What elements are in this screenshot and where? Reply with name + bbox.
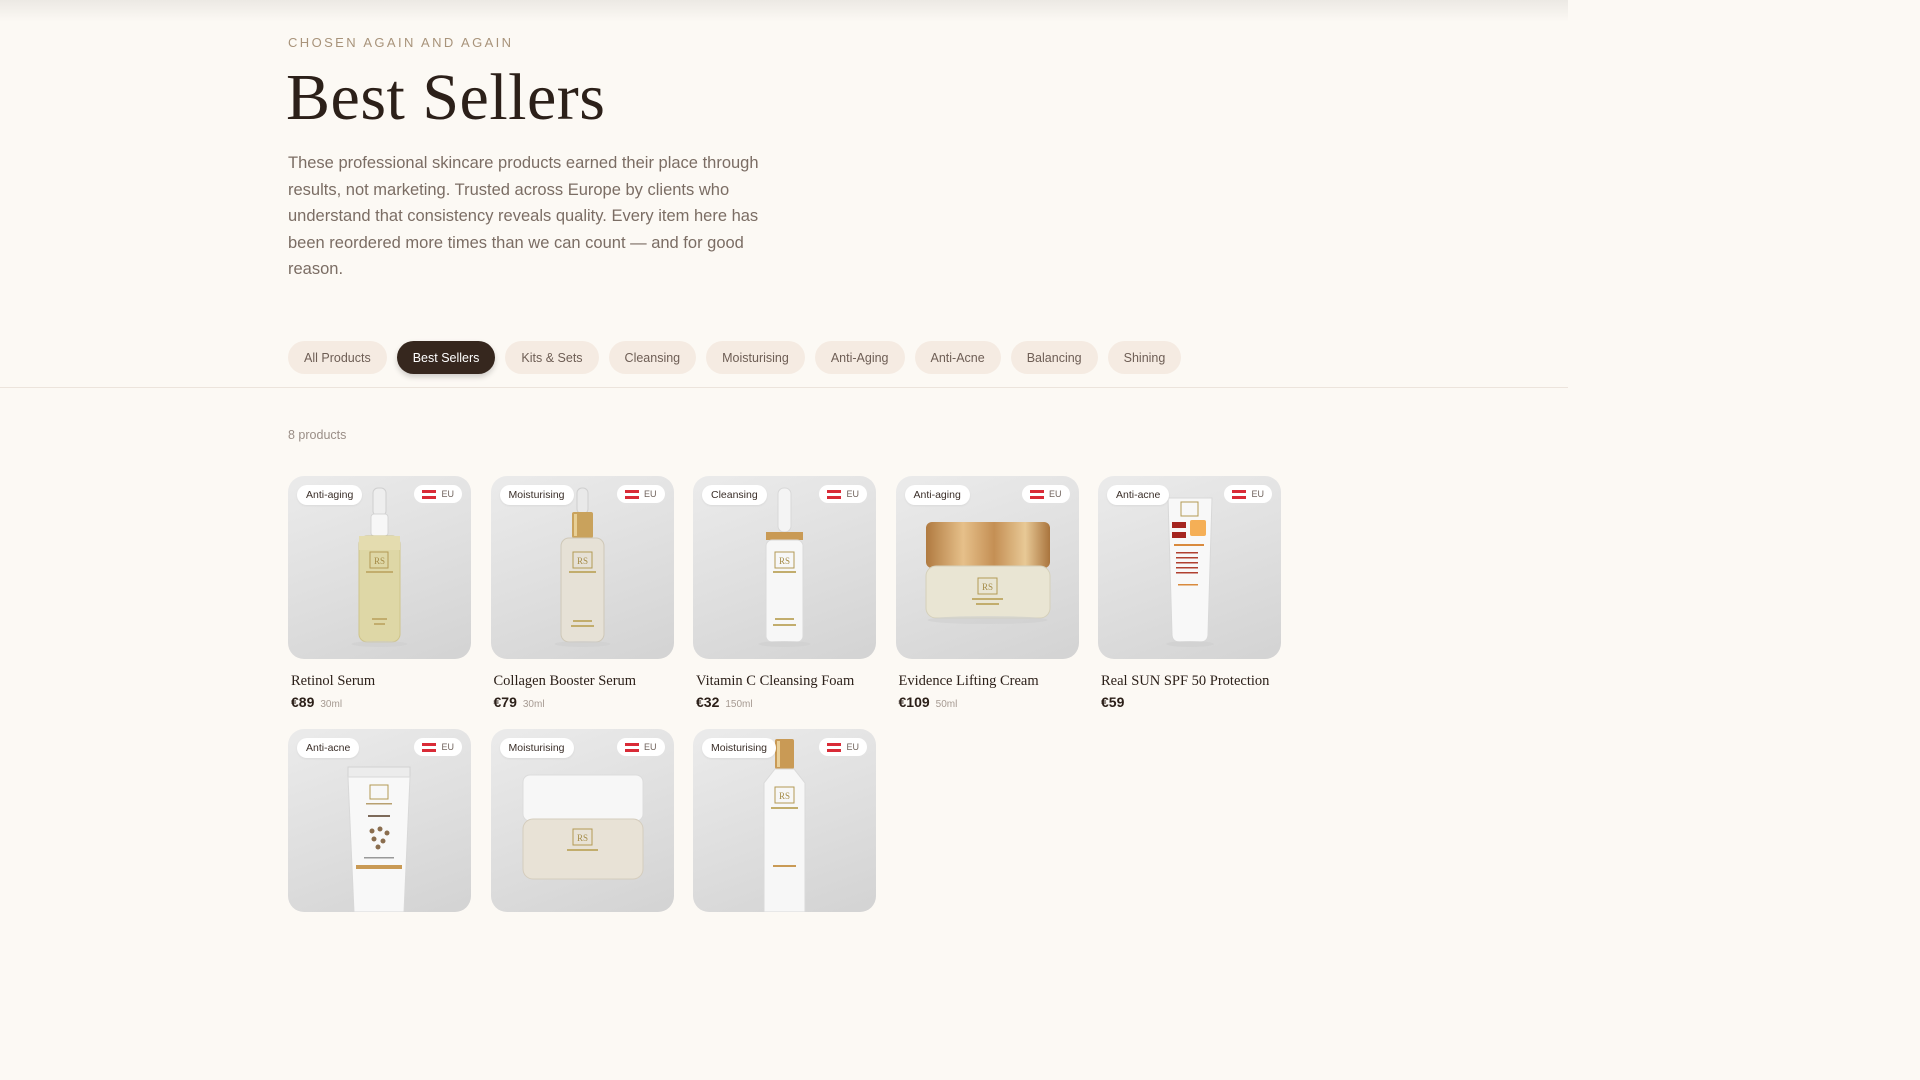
svg-text:RS: RS xyxy=(576,556,587,566)
austria-flag-icon xyxy=(422,742,437,752)
product-card[interactable]: RS Anti-aging EU Retinol Serum €89 30ml xyxy=(288,476,471,710)
eu-origin-badge: EU xyxy=(616,485,665,503)
category-filter-bar: All Products Best Sellers Kits & Sets Cl… xyxy=(288,341,1182,374)
category-badge: Moisturising xyxy=(702,738,777,758)
product-image[interactable]: Anti-acne EU xyxy=(288,729,471,912)
product-image[interactable]: RS Anti-aging EU xyxy=(895,476,1079,659)
price-row: €89 30ml xyxy=(288,694,471,710)
filter-anti-aging[interactable]: Anti-Aging xyxy=(814,341,905,374)
product-image[interactable]: RS Moisturising EU xyxy=(490,476,674,659)
filter-moisturising[interactable]: Moisturising xyxy=(706,341,805,374)
product-grid: RS Anti-aging EU Retinol Serum €89 30ml xyxy=(288,476,1281,912)
svg-text:RS: RS xyxy=(779,556,790,566)
price-row: €59 xyxy=(1098,694,1281,710)
eu-origin-badge: EU xyxy=(819,738,867,756)
product-name[interactable]: Real SUN SPF 50 Protection xyxy=(1098,673,1281,690)
svg-text:RS: RS xyxy=(576,833,587,843)
austria-flag-icon xyxy=(1232,489,1247,499)
filter-balancing[interactable]: Balancing xyxy=(1010,341,1098,374)
eu-label: EU xyxy=(1048,489,1062,499)
austria-flag-icon xyxy=(624,742,639,752)
austria-flag-icon xyxy=(422,489,437,499)
product-price: €32 xyxy=(696,694,720,710)
austria-flag-icon xyxy=(624,489,639,499)
eu-label: EU xyxy=(846,489,859,499)
eu-origin-badge: EU xyxy=(819,485,867,503)
eu-origin-badge: EU xyxy=(616,738,665,756)
category-badge: Anti-aging xyxy=(297,485,363,505)
product-size: 30ml xyxy=(522,699,545,710)
eu-label: EU xyxy=(643,742,657,752)
product-card[interactable]: RS Moisturising EU xyxy=(490,729,674,912)
product-name[interactable]: Collagen Booster Serum xyxy=(491,673,674,690)
product-card[interactable]: RS Moisturising EU Collagen Booster Seru… xyxy=(490,476,674,710)
section-divider xyxy=(0,387,1568,388)
eu-label: EU xyxy=(1251,489,1264,499)
price-row: €109 50ml xyxy=(896,694,1079,710)
category-badge: Anti-acne xyxy=(1107,485,1170,505)
product-card[interactable]: RS Moisturising EU xyxy=(693,729,876,912)
product-name[interactable]: Vitamin C Cleansing Foam xyxy=(693,673,876,690)
section-intro: These professional skincare products ear… xyxy=(288,154,759,279)
product-price: €89 xyxy=(291,694,315,710)
eu-origin-badge: EU xyxy=(414,738,462,756)
product-image[interactable]: RS Moisturising EU xyxy=(490,729,674,912)
filter-all-products[interactable]: All Products xyxy=(288,341,387,374)
austria-flag-icon xyxy=(827,742,842,752)
product-size: 50ml xyxy=(935,699,958,710)
eu-label: EU xyxy=(643,489,657,499)
section-eyebrow: CHOSEN AGAIN AND AGAIN xyxy=(288,35,514,50)
filter-best-sellers[interactable]: Best Sellers xyxy=(396,341,496,374)
price-row: €79 30ml xyxy=(491,694,674,710)
product-name[interactable]: Retinol Serum xyxy=(288,673,471,690)
product-size: 30ml xyxy=(320,699,343,710)
product-price: €59 xyxy=(1101,694,1125,710)
category-badge: Moisturising xyxy=(499,738,574,758)
product-image[interactable]: Anti-acne EU xyxy=(1098,476,1281,659)
product-price: €79 xyxy=(493,694,517,710)
price-row: €32 150ml xyxy=(693,694,876,710)
eu-label: EU xyxy=(441,742,454,752)
eu-label: EU xyxy=(441,489,454,499)
eu-origin-badge: EU xyxy=(1224,485,1272,503)
category-badge: Anti-aging xyxy=(904,485,970,505)
top-shadow xyxy=(0,0,1568,22)
product-image[interactable]: RS Moisturising EU xyxy=(693,729,876,912)
product-card[interactable]: Anti-acne EU Real SUN SPF 50 Protection … xyxy=(1098,476,1281,710)
eu-origin-badge: EU xyxy=(414,485,462,503)
page-title: Best Sellers xyxy=(286,61,606,134)
eu-label: EU xyxy=(846,742,859,752)
svg-text:RS: RS xyxy=(981,582,992,592)
product-image[interactable]: RS Cleansing EU xyxy=(693,476,876,659)
product-count: 8 products xyxy=(288,428,347,442)
svg-text:RS: RS xyxy=(374,556,385,566)
category-badge: Anti-acne xyxy=(297,738,360,758)
product-name[interactable]: Evidence Lifting Cream xyxy=(896,673,1079,690)
filter-kits-sets[interactable]: Kits & Sets xyxy=(505,341,599,374)
category-badge: Moisturising xyxy=(499,485,574,505)
austria-flag-icon xyxy=(827,489,842,499)
product-size: 150ml xyxy=(725,699,753,710)
filter-shining[interactable]: Shining xyxy=(1107,341,1182,374)
product-card[interactable]: RS Cleansing EU Vitamin C Cleansing Foam… xyxy=(693,476,876,710)
eu-origin-badge: EU xyxy=(1021,485,1070,503)
filter-cleansing[interactable]: Cleansing xyxy=(608,341,697,374)
product-price: €109 xyxy=(898,694,930,710)
product-card[interactable]: Anti-acne EU xyxy=(288,729,471,912)
category-badge: Cleansing xyxy=(702,485,767,505)
product-image[interactable]: RS Anti-aging EU xyxy=(288,476,471,659)
austria-flag-icon xyxy=(1029,489,1044,499)
filter-anti-acne[interactable]: Anti-Acne xyxy=(914,341,1001,374)
svg-text:RS: RS xyxy=(779,791,790,801)
product-card[interactable]: RS Anti-aging EU Evidence Lifting Cream … xyxy=(895,476,1079,710)
